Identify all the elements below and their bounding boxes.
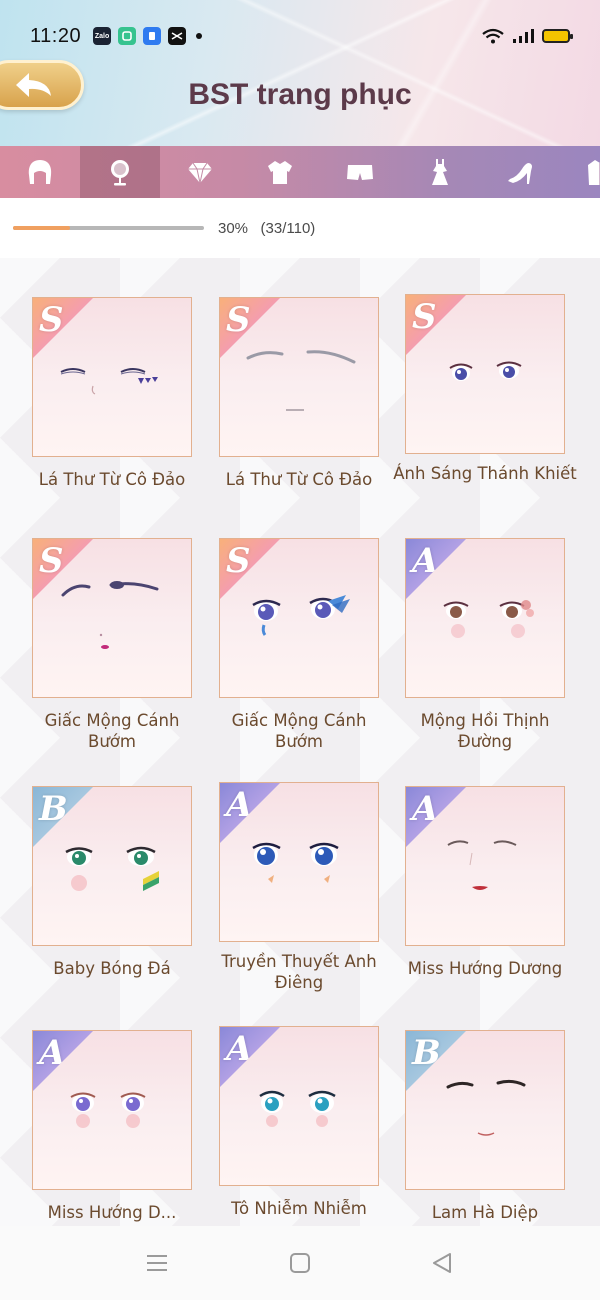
item-card[interactable]: A — [405, 786, 565, 946]
progress-count: (33/110) — [260, 219, 316, 237]
item-name: Baby Bóng Đá — [53, 959, 171, 978]
tab-hair[interactable] — [0, 146, 80, 198]
item-card[interactable]: B — [405, 1030, 565, 1190]
tab-makeup[interactable] — [80, 146, 160, 205]
battery-icon — [542, 29, 573, 43]
item-card[interactable]: S — [219, 538, 379, 698]
item-card[interactable]: A — [219, 1026, 379, 1186]
tab-shoes[interactable] — [480, 146, 560, 198]
item-name: Tô Nhiễm Nhiễm — [231, 1199, 367, 1218]
item-card[interactable]: A — [32, 1030, 192, 1190]
progress-fill — [13, 226, 71, 230]
system-nav-bar — [0, 1226, 600, 1300]
jacket-icon — [268, 161, 292, 184]
item-name: Ánh Sáng Thánh Khiết — [393, 464, 577, 483]
tab-bottom[interactable] — [320, 146, 400, 198]
signal-icon — [513, 29, 534, 43]
tab-accessory[interactable] — [160, 146, 240, 198]
dress-icon — [432, 159, 448, 185]
wifi-icon — [482, 28, 504, 44]
home-square-icon[interactable] — [287, 1250, 313, 1276]
notification-dot-icon — [196, 33, 203, 39]
item-card[interactable]: B — [32, 786, 192, 946]
zalo-icon: Zalo — [93, 27, 112, 45]
item-card[interactable]: S — [32, 297, 192, 457]
coat-icon — [588, 160, 600, 185]
hair-icon — [28, 160, 52, 184]
item-name: Miss Hướng Dương — [407, 959, 563, 978]
tab-top[interactable] — [240, 146, 320, 198]
page-title: BST trang phục — [188, 78, 412, 111]
progress-bar — [13, 226, 204, 230]
collection-progress: 30% (33/110) — [0, 198, 600, 258]
item-name: Lam Hà Diệp — [431, 1203, 539, 1222]
item-name: Lá Thư Từ Cô Đảo — [38, 470, 186, 489]
item-grid[interactable]: S Lá Thư Từ Cô Đảo S Lá Thư Từ Cô Đảo S … — [0, 258, 600, 1226]
item-name: Lá Thư Từ Cô Đảo — [225, 470, 373, 489]
capcut-icon — [168, 27, 187, 45]
status-time: 11:20 — [30, 24, 82, 47]
diamond-icon — [188, 162, 212, 184]
category-tabbar — [0, 146, 600, 205]
back-triangle-icon[interactable] — [430, 1250, 456, 1276]
item-card[interactable]: S — [32, 538, 192, 698]
status-bar: 11:20 Zalo — [0, 16, 600, 56]
app-blue-icon — [143, 27, 162, 45]
shorts-icon — [347, 165, 373, 180]
progress-percent: 30% — [218, 219, 249, 237]
item-card[interactable]: A — [405, 538, 565, 698]
item-card[interactable]: S — [219, 297, 379, 457]
item-name: Giấc Mộng Cánh Bướm — [44, 711, 180, 751]
item-name: Truyền Thuyết Anh Điêng — [221, 952, 377, 992]
high-heel-icon — [508, 163, 532, 184]
tab-coat[interactable] — [560, 146, 600, 198]
menu-icon[interactable] — [144, 1250, 170, 1276]
item-name: Miss Hướng D... — [47, 1203, 177, 1222]
item-card[interactable]: S — [405, 294, 565, 454]
tab-dress[interactable] — [400, 146, 480, 198]
item-card[interactable]: A — [219, 782, 379, 942]
item-name: Mộng Hồi Thịnh Đường — [420, 711, 550, 751]
mirror-icon — [111, 160, 129, 186]
app-green-icon — [118, 27, 137, 45]
item-name: Giấc Mộng Cánh Bướm — [231, 711, 367, 751]
header: 11:20 Zalo BST trang phục — [0, 0, 600, 146]
